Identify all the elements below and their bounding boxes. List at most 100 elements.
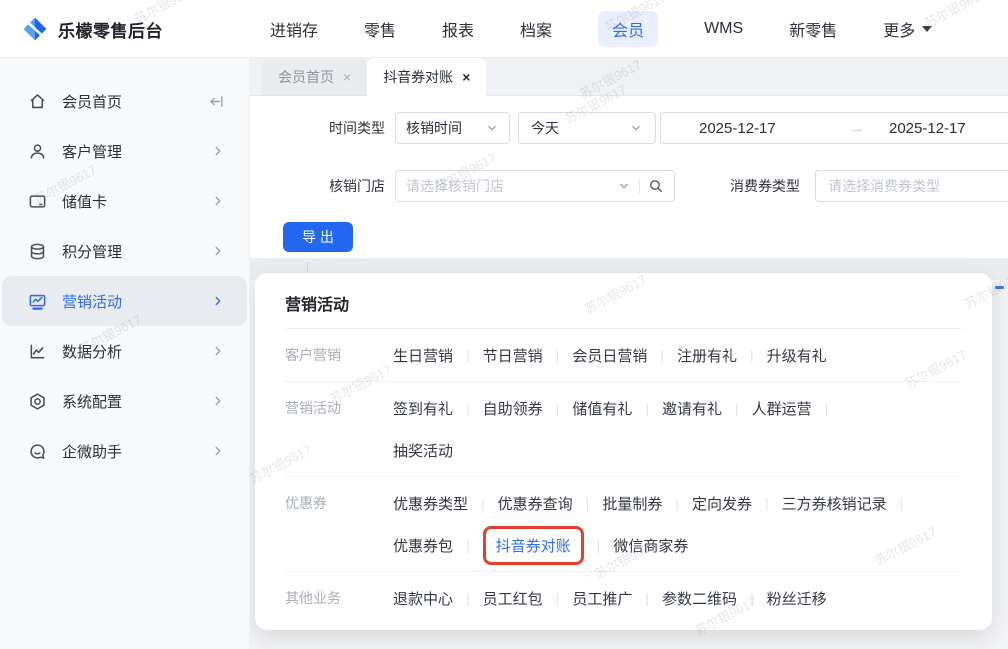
- separator: |: [645, 400, 649, 416]
- topnav-item-进销存[interactable]: 进销存: [270, 17, 318, 41]
- menu-group-links: 生日营销 | 节日营销 | 会员日营销 | 注册有礼 | 升级有礼: [393, 334, 962, 376]
- date-preset-select[interactable]: 今天: [518, 112, 656, 144]
- sidebar-item-营销活动[interactable]: 营销活动: [2, 276, 247, 326]
- topnav-item-新零售[interactable]: 新零售: [789, 17, 837, 41]
- separator: |: [466, 537, 470, 553]
- menu-group-优惠券: 优惠券 优惠券类型 | 优惠券查询 | 批量制券 | 定向发券 | 三方券核销记录 | 优惠券包 | 抖音…: [285, 477, 962, 572]
- sidebar-item-label: 储值卡: [62, 193, 108, 211]
- date-range-picker[interactable]: 2025-12-17 → 2025-12-17: [660, 112, 1008, 144]
- sidebar-item-企微助手[interactable]: 企微助手: [0, 426, 249, 476]
- points-icon: [28, 241, 48, 261]
- separator: |: [749, 347, 754, 363]
- search-icon[interactable]: [648, 178, 664, 194]
- menu-link-定向发券[interactable]: 定向发券: [692, 493, 752, 514]
- topnav-item-档案[interactable]: 档案: [520, 17, 552, 41]
- chevron-right-icon: [211, 394, 225, 408]
- menu-link-升级有礼[interactable]: 升级有礼: [767, 345, 827, 366]
- menu-link-节日营销[interactable]: 节日营销: [483, 345, 543, 366]
- topnav-label: 零售: [364, 23, 397, 40]
- topnav-label: 进销存: [270, 23, 319, 40]
- menu-link-签到有礼[interactable]: 签到有礼: [393, 398, 453, 419]
- separator: |: [675, 495, 679, 511]
- lemon-diamond-icon: [22, 16, 48, 42]
- sidebar-item-储值卡[interactable]: 储值卡: [0, 176, 249, 226]
- panel-title: 营销活动: [285, 291, 962, 329]
- sidebar-item-积分管理[interactable]: 积分管理: [0, 226, 249, 276]
- wecom-chat-icon: [28, 441, 48, 461]
- chevron-down-icon: [485, 121, 499, 135]
- menu-link-退款中心[interactable]: 退款中心: [393, 588, 453, 609]
- sidebar-item-客户管理[interactable]: 客户管理: [0, 126, 249, 176]
- menu-link-参数二维码[interactable]: 参数二维码: [662, 588, 737, 609]
- top-navigation: 进销存 零售 报表 档案 会员 WMS 新零售 更多: [270, 0, 933, 58]
- stored-card-icon: [28, 191, 48, 211]
- menu-group-category: 优惠券: [285, 495, 327, 511]
- menu-link-员工红包[interactable]: 员工红包: [483, 588, 543, 609]
- topnav-label: 报表: [442, 23, 475, 40]
- separator: |: [585, 495, 590, 511]
- sidebar-item-label: 营销活动: [62, 293, 123, 311]
- export-button[interactable]: 导 出: [283, 222, 353, 252]
- start-date-value[interactable]: 2025-12-17: [699, 120, 849, 137]
- menu-group-营销活动: 营销活动 签到有礼 | 自助领券 | 储值有礼 | 邀请有礼 | 人群运营 | 抽奖活动: [285, 382, 962, 477]
- end-date-value[interactable]: 2025-12-17: [889, 120, 966, 137]
- separator: |: [481, 495, 485, 511]
- menu-link-三方券核销记录[interactable]: 三方券核销记录: [782, 493, 887, 514]
- menu-link-自助领券[interactable]: 自助领券: [483, 398, 543, 419]
- separator: |: [764, 495, 769, 511]
- sidebar-item-label: 企微助手: [62, 443, 123, 461]
- menu-links-line: 优惠券类型 | 优惠券查询 | 批量制券 | 定向发券 | 三方券核销记录 |: [393, 482, 962, 524]
- chevron-right-icon: [211, 294, 225, 308]
- app-title: 乐檬零售后台: [58, 21, 163, 41]
- menu-link-粉丝迁移[interactable]: 粉丝迁移: [767, 588, 827, 609]
- topnav-item-WMS[interactable]: WMS: [704, 20, 743, 38]
- coupon-type-select[interactable]: 请选择消费券类型: [815, 170, 1008, 202]
- sidebar-item-label: 系统配置: [62, 393, 123, 411]
- menu-link-储值有礼[interactable]: 储值有礼: [572, 398, 632, 419]
- menu-link-抖音券对账[interactable]: 抖音券对账: [482, 525, 584, 565]
- menu-link-批量制券[interactable]: 批量制券: [602, 493, 662, 514]
- time-type-label: 时间类型: [329, 120, 385, 136]
- scrollbar-fragment: [995, 286, 1004, 289]
- tab-抖音券对账[interactable]: 抖音券对账 ×: [367, 58, 487, 96]
- topnav-item-更多[interactable]: 更多: [883, 17, 933, 41]
- sidebar-item-系统配置[interactable]: 系统配置: [0, 376, 249, 426]
- separator: |: [555, 347, 560, 363]
- marketing-menu-panel: 营销活动 客户营销 生日营销 | 节日营销 | 会员日营销 | 注册有礼 | 升级有礼 营销活动 签到…: [255, 273, 992, 630]
- tab-会员首页[interactable]: 会员首页 ×: [262, 58, 368, 95]
- menu-link-优惠券查询[interactable]: 优惠券查询: [498, 493, 573, 514]
- time-type-select[interactable]: 核销时间: [395, 112, 510, 144]
- topnav-label: 档案: [520, 23, 553, 40]
- tab-close-icon[interactable]: ×: [462, 69, 470, 85]
- menu-link-生日营销[interactable]: 生日营销: [393, 345, 453, 366]
- separator: |: [824, 400, 829, 416]
- menu-links-line: 优惠券包 | 抖音券对账 | 微信商家券: [393, 524, 962, 566]
- menu-link-会员日营销[interactable]: 会员日营销: [572, 345, 647, 366]
- tab-label: 抖音券对账: [383, 69, 454, 85]
- menu-link-注册有礼[interactable]: 注册有礼: [677, 345, 737, 366]
- app-logo: 乐檬零售后台: [22, 0, 163, 58]
- separator: |: [596, 537, 601, 553]
- topnav-item-零售[interactable]: 零售: [364, 17, 396, 41]
- topnav-label: 新零售: [789, 23, 838, 40]
- menu-group-links: 优惠券类型 | 优惠券查询 | 批量制券 | 定向发券 | 三方券核销记录 | 优惠券包 | 抖音券对账…: [393, 482, 962, 566]
- store-select[interactable]: 请选择核销门店: [395, 170, 675, 202]
- menu-link-优惠券类型[interactable]: 优惠券类型: [393, 493, 468, 514]
- menu-link-抽奖活动[interactable]: 抽奖活动: [393, 440, 453, 461]
- sidebar-item-数据分析[interactable]: 数据分析: [0, 326, 249, 376]
- separator: |: [555, 590, 560, 606]
- menu-link-微信商家券[interactable]: 微信商家券: [613, 535, 688, 556]
- tab-close-icon[interactable]: ×: [343, 69, 351, 85]
- menu-link-人群运营[interactable]: 人群运营: [752, 398, 812, 419]
- menu-group-links: 签到有礼 | 自助领券 | 储值有礼 | 邀请有礼 | 人群运营 | 抽奖活动: [393, 387, 962, 471]
- topnav-item-会员[interactable]: 会员: [598, 11, 659, 47]
- topnav-item-报表[interactable]: 报表: [442, 17, 474, 41]
- collapse-sidebar-icon[interactable]: [208, 93, 225, 110]
- menu-link-员工推广[interactable]: 员工推广: [572, 588, 632, 609]
- menu-link-邀请有礼[interactable]: 邀请有礼: [662, 398, 722, 419]
- menu-link-优惠券包[interactable]: 优惠券包: [393, 535, 453, 556]
- separator: |: [645, 590, 649, 606]
- menu-group-category: 营销活动: [285, 400, 341, 416]
- separator: |: [749, 590, 754, 606]
- sidebar-item-会员首页[interactable]: 会员首页: [0, 76, 249, 126]
